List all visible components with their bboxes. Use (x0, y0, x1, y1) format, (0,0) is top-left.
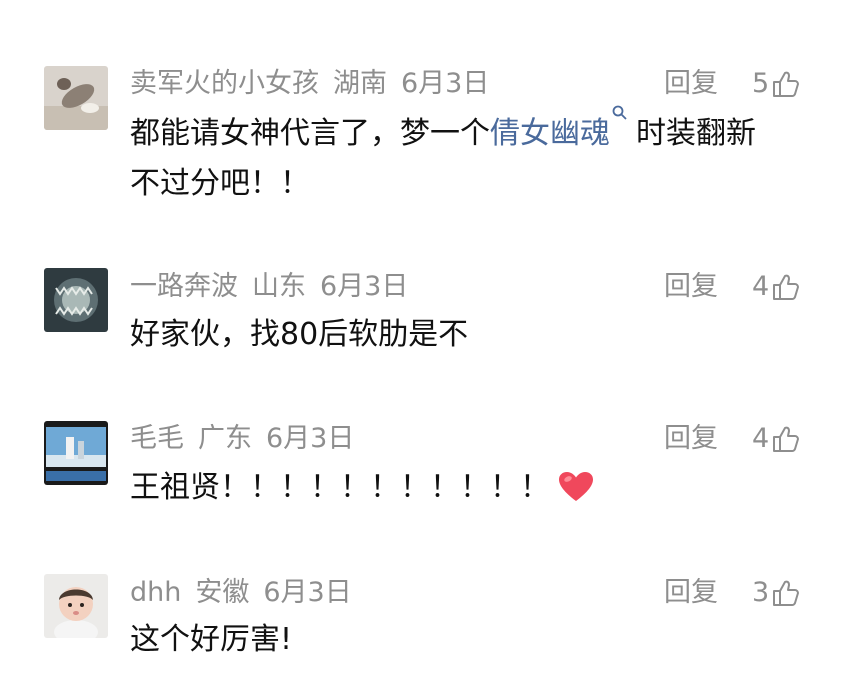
username[interactable]: 卖军火的小女孩 (130, 68, 319, 99)
comment-text-part: 都能请女神代言了，梦一个 (130, 116, 490, 151)
date: 6月3日 (320, 271, 409, 302)
comment-text: 好家伙，找80后软肋是不 (130, 317, 469, 352)
date: 6月3日 (266, 423, 355, 454)
like-button[interactable]: 4 (752, 271, 801, 303)
like-count: 4 (752, 271, 770, 302)
topic-link[interactable]: 倩女幽魂 (490, 116, 610, 151)
region: 安徽 (195, 577, 250, 608)
heart-emoji-icon (559, 471, 593, 501)
username[interactable]: 毛毛 (130, 423, 184, 454)
reply-button[interactable]: 回复 (664, 271, 718, 303)
thumbs-up-icon (773, 426, 800, 452)
comment-meta: 毛毛 广东 6月3日 (130, 423, 368, 455)
avatar[interactable] (44, 66, 108, 130)
comment-text-part: 王祖贤！！！！！！！！！！！ (130, 470, 550, 505)
search-icon (612, 105, 627, 120)
region: 山东 (252, 271, 306, 302)
thumbs-up-icon (773, 274, 800, 300)
like-count: 4 (752, 423, 770, 454)
like-count: 5 (752, 68, 770, 99)
avatar[interactable] (44, 268, 108, 332)
reply-button[interactable]: 回复 (664, 577, 718, 609)
username[interactable]: dhh (130, 577, 181, 608)
comment-meta: dhh 安徽 6月3日 (130, 577, 366, 609)
date: 6月3日 (263, 577, 352, 608)
date: 6月3日 (401, 68, 490, 99)
comment-text-part: 不过分吧！！ (130, 166, 310, 201)
avatar[interactable] (44, 574, 108, 638)
reply-button[interactable]: 回复 (664, 68, 718, 100)
thumbs-up-icon (773, 580, 800, 606)
region: 广东 (198, 423, 252, 454)
like-button[interactable]: 5 (752, 68, 801, 100)
comment-text: 王祖贤！！！！！！！！！！！ (130, 463, 820, 513)
like-button[interactable]: 4 (752, 423, 801, 455)
comment-meta: 卖军火的小女孩 湖南 6月3日 (130, 68, 503, 100)
reply-button[interactable]: 回复 (664, 423, 718, 455)
thumbs-up-icon (773, 71, 800, 97)
avatar[interactable] (44, 421, 108, 485)
like-button[interactable]: 3 (752, 577, 801, 609)
region: 湖南 (333, 68, 387, 99)
comment-text-part: 时装翻新 (636, 116, 756, 151)
username[interactable]: 一路奔波 (130, 271, 238, 302)
comment-text: 这个好厉害! (130, 622, 293, 657)
comment-meta: 一路奔波 山东 6月3日 (130, 271, 422, 303)
comment-text: 都能请女神代言了，梦一个倩女幽魂 时装翻新 不过分吧！！ (130, 105, 820, 209)
like-count: 3 (752, 577, 770, 608)
